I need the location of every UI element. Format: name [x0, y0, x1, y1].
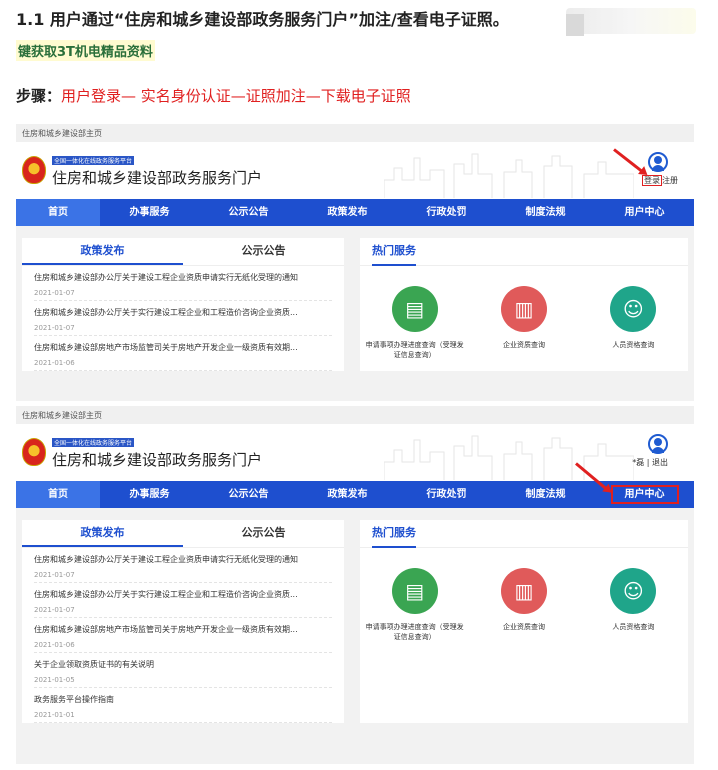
service-label: 申请事项办理进度查询（受理发证信息查询）: [365, 341, 464, 359]
user-avatar-icon[interactable]: [648, 434, 668, 454]
nav-announcements[interactable]: 公示公告: [199, 481, 298, 508]
portal-header: 全国一体化在线政务服务平台 住房和城乡建设部政务服务门户 登录 注册: [16, 142, 694, 199]
service-label: 企业资质查询: [503, 623, 545, 631]
tab-policy[interactable]: 政策发布: [22, 238, 184, 265]
nav-services[interactable]: 办事服务: [100, 481, 199, 508]
news-date: 2021-01-07: [34, 606, 75, 614]
login-links: 登录 注册: [642, 175, 678, 186]
hot-services-panel: 热门服务 ▤ 申请事项办理进度查询（受理发证信息查询） ▥ 企业资质查询 ☺ 人员资格…: [360, 238, 688, 371]
portal-name[interactable]: 住房和城乡建设部政务服务门户: [52, 167, 262, 188]
breadcrumb[interactable]: 住房和城乡建设部主页: [16, 406, 694, 424]
nav-regulations[interactable]: 制度法规: [496, 199, 595, 226]
user-avatar-icon[interactable]: [648, 152, 668, 172]
nav-penalty[interactable]: 行政处罚: [397, 481, 496, 508]
document-icon: ▤: [391, 286, 438, 332]
steps-value: 用户登录— 实名身份认证—证照加注—下载电子证照: [61, 87, 411, 105]
nav-services[interactable]: 办事服务: [100, 199, 199, 226]
policy-panel: 政策发布 公示公告 住房和城乡建设部办公厅关于建设工程企业资质申请实行无纸化受理…: [22, 238, 345, 371]
list-item[interactable]: 政务服务平台操作指南 2021-01-01: [34, 688, 333, 723]
list-item[interactable]: 住房和城乡建设部办公厅关于建设工程企业资质申请实行无纸化受理的通知 2021-01…: [34, 548, 333, 583]
news-date: 2021-01-06: [34, 359, 75, 367]
list-item[interactable]: 住房和城乡建设部房地产市场监管司关于房地产开发企业一级资质有效期... 2021-…: [34, 336, 333, 371]
promo-link[interactable]: 键获取3T机电精品资料: [16, 40, 155, 61]
steps-label: 步骤：: [16, 87, 62, 105]
tab-announcements[interactable]: 公示公告: [183, 520, 344, 547]
news-date: 2021-01-05: [34, 676, 75, 684]
worker-icon: ☺: [610, 568, 657, 614]
service-label: 企业资质查询: [503, 341, 545, 349]
service-progress-query[interactable]: ▤ 申请事项办理进度查询（受理发证信息查询）: [365, 286, 465, 360]
news-date: 2021-01-06: [34, 641, 75, 649]
list-item[interactable]: 住房和城乡建设部办公厅关于建设工程企业资质申请实行无纸化受理的通知 2021-01…: [34, 266, 333, 301]
skyline-decoration: [384, 435, 634, 480]
service-personnel-query[interactable]: ☺ 人员资格查询: [583, 568, 683, 642]
register-link[interactable]: 注册: [662, 176, 678, 185]
nav-announcements[interactable]: 公示公告: [199, 199, 298, 226]
nav-user-center-label[interactable]: 用户中心: [610, 485, 679, 504]
main-nav: 首页 办事服务 公示公告 政策发布 行政处罚 制度法规 用户中心: [16, 481, 694, 508]
portal-header: 全国一体化在线政务服务平台 住房和城乡建设部政务服务门户 *磊 | 退出: [16, 424, 694, 481]
nav-user-center[interactable]: 用户中心: [595, 199, 694, 226]
news-title[interactable]: 住房和城乡建设部办公厅关于建设工程企业资质申请实行无纸化受理的通知: [34, 554, 332, 565]
hot-services-title: 热门服务: [372, 520, 417, 548]
worker-icon: ☺: [610, 286, 657, 332]
list-item[interactable]: 关于企业领取资质证书的有关说明 2021-01-05: [34, 653, 333, 688]
breadcrumb[interactable]: 住房和城乡建设部主页: [16, 124, 694, 142]
news-date: 2021-01-07: [34, 324, 75, 332]
main-nav: 首页 办事服务 公示公告 政策发布 行政处罚 制度法规 用户中心: [16, 199, 694, 226]
news-title[interactable]: 住房和城乡建设部办公厅关于实行建设工程企业和工程造价咨询企业资质...: [34, 589, 332, 600]
nav-policy[interactable]: 政策发布: [298, 481, 397, 508]
service-enterprise-query[interactable]: ▥ 企业资质查询: [474, 286, 574, 360]
list-item[interactable]: 住房和城乡建设部办公厅关于实行建设工程企业和工程造价咨询企业资质... 2021-…: [34, 301, 333, 336]
building-icon: ▥: [501, 568, 547, 614]
service-enterprise-query[interactable]: ▥ 企业资质查询: [474, 568, 574, 642]
service-personnel-query[interactable]: ☺ 人员资格查询: [583, 286, 683, 360]
document-icon: ▤: [391, 568, 438, 614]
service-label: 人员资格查询: [612, 623, 655, 631]
hot-services-panel: 热门服务 ▤ 申请事项办理进度查询（受理发证信息查询） ▥ 企业资质查询 ☺ 人员资格…: [360, 520, 688, 723]
national-emblem-icon: [22, 156, 46, 184]
service-label: 申请事项办理进度查询（受理发证信息查询）: [365, 623, 464, 641]
list-item[interactable]: 住房和城乡建设部办公厅关于实行建设工程企业和工程造价咨询企业资质... 2021-…: [34, 583, 333, 618]
building-icon: ▥: [501, 286, 547, 332]
news-title[interactable]: 住房和城乡建设部办公厅关于建设工程企业资质申请实行无纸化受理的通知: [34, 272, 332, 283]
news-title[interactable]: 政务服务平台操作指南: [34, 694, 332, 705]
service-progress-query[interactable]: ▤ 申请事项办理进度查询（受理发证信息查询）: [365, 568, 465, 642]
hot-services-title: 热门服务: [372, 238, 417, 266]
portal-tag: 全国一体化在线政务服务平台: [52, 156, 135, 165]
nav-regulations[interactable]: 制度法规: [496, 481, 595, 508]
logged-in-links[interactable]: *磊 | 退出: [632, 457, 668, 468]
tab-policy[interactable]: 政策发布: [22, 520, 184, 547]
list-item[interactable]: 住房和城乡建设部房地产市场监管司关于房地产开发企业一级资质有效期... 2021-…: [34, 618, 333, 653]
steps-line: 步骤：用户登录— 实名身份认证—证照加注—下载电子证照: [16, 85, 411, 106]
portal-screenshot-logged-in: 住房和城乡建设部主页 全国一体化在线政务服务平台 住房和城乡建设部政务服务门户 …: [16, 406, 694, 764]
news-title[interactable]: 关于企业领取资质证书的有关说明: [34, 659, 332, 670]
tab-announcements[interactable]: 公示公告: [183, 238, 344, 265]
portal-tag: 全国一体化在线政务服务平台: [52, 438, 135, 447]
news-title[interactable]: 住房和城乡建设部房地产市场监管司关于房地产开发企业一级资质有效期...: [34, 624, 332, 635]
news-date: 2021-01-07: [34, 571, 75, 579]
news-date: 2021-01-01: [34, 711, 75, 719]
service-label: 人员资格查询: [612, 341, 655, 349]
news-title[interactable]: 住房和城乡建设部房地产市场监管司关于房地产开发企业一级资质有效期...: [34, 342, 332, 353]
article-title: 1.1 用户通过“住房和城乡建设部政务服务门户”加注/查看电子证照。: [16, 10, 509, 29]
nav-policy[interactable]: 政策发布: [298, 199, 397, 226]
news-date: 2021-01-07: [34, 289, 75, 297]
national-emblem-icon: [22, 438, 46, 466]
portal-name[interactable]: 住房和城乡建设部政务服务门户: [52, 449, 262, 470]
policy-panel: 政策发布 公示公告 住房和城乡建设部办公厅关于建设工程企业资质申请实行无纸化受理…: [22, 520, 345, 723]
news-title[interactable]: 住房和城乡建设部办公厅关于实行建设工程企业和工程造价咨询企业资质...: [34, 307, 332, 318]
nav-penalty[interactable]: 行政处罚: [397, 199, 496, 226]
nav-home[interactable]: 首页: [16, 481, 100, 508]
portal-screenshot-logged-out: 住房和城乡建设部主页 全国一体化在线政务服务平台 住房和城乡建设部政务服务门户 …: [16, 124, 694, 401]
blurred-username: [566, 8, 696, 36]
skyline-decoration: [384, 153, 634, 198]
nav-home[interactable]: 首页: [16, 199, 100, 226]
